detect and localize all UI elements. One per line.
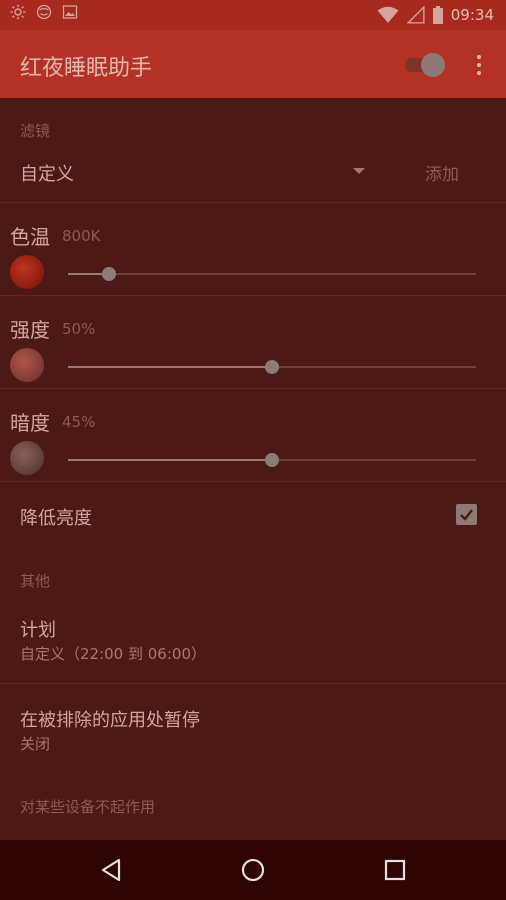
- pause-title: 在被排除的应用处暂停: [20, 710, 200, 731]
- schedule-item[interactable]: 计划 自定义（22:00 到 06:00）: [0, 608, 506, 678]
- color-temperature-row: 色温 800K: [0, 203, 506, 295]
- moon-icon: [10, 348, 44, 382]
- overflow-menu-icon[interactable]: [472, 52, 486, 78]
- add-filter-button[interactable]: 添加: [410, 160, 474, 190]
- chevron-down-icon: [353, 168, 365, 174]
- slider-title: 强度: [10, 318, 50, 342]
- filter-selected-value: 自定义: [20, 164, 74, 185]
- slider-value: 50%: [62, 320, 96, 338]
- app-title: 红夜睡眠助手: [20, 56, 153, 81]
- wifi-icon: [377, 6, 399, 23]
- face-icon: [36, 4, 52, 20]
- slider-value: 800K: [62, 227, 101, 245]
- home-icon[interactable]: [239, 856, 267, 884]
- slider-title: 暗度: [10, 411, 50, 435]
- back-icon[interactable]: [98, 856, 126, 884]
- app-bar: 红夜睡眠助手: [0, 30, 506, 98]
- slider-fill: [68, 366, 272, 368]
- intensity-slider[interactable]: [68, 360, 476, 374]
- recents-icon[interactable]: [381, 856, 409, 884]
- dim-slider[interactable]: [68, 453, 476, 467]
- dim-brightness-label: 降低亮度: [20, 508, 92, 529]
- color-temperature-slider[interactable]: [68, 267, 476, 281]
- status-time: 09:34: [450, 6, 494, 24]
- slider-fill: [68, 459, 272, 461]
- toggle-knob: [421, 53, 445, 77]
- moon-icon: [10, 441, 44, 475]
- pause-excluded-apps-item[interactable]: 在被排除的应用处暂停 关闭: [0, 698, 506, 760]
- signal-icon: [406, 6, 425, 24]
- schedule-value: 自定义（22:00 到 06:00）: [20, 645, 206, 663]
- divider: [0, 481, 506, 482]
- filter-dropdown[interactable]: 自定义: [20, 160, 370, 190]
- dim-row: 暗度 45%: [0, 389, 506, 481]
- status-bar: 09:34: [0, 0, 506, 30]
- status-icons-right: 09:34: [377, 6, 494, 24]
- device-note: 对某些设备不起作用: [20, 798, 156, 816]
- divider: [0, 683, 506, 684]
- navigation-bar: [0, 840, 506, 900]
- filter-section-label: 滤镜: [20, 122, 51, 140]
- slider-thumb[interactable]: [101, 267, 116, 281]
- slider-value: 45%: [62, 413, 96, 431]
- slider-thumb[interactable]: [265, 360, 279, 374]
- brightness-icon: [10, 4, 26, 20]
- image-icon: [62, 5, 78, 19]
- intensity-row: 强度 50%: [0, 296, 506, 388]
- slider-title: 色温: [10, 225, 50, 249]
- dim-brightness-checkbox[interactable]: [456, 504, 477, 525]
- settings-list: 滤镜 自定义 添加 色温 800K 强度 50% 暗度 45% 降低亮度 其他 …: [0, 98, 506, 840]
- status-icons-left: [10, 4, 78, 20]
- moon-icon: [10, 255, 44, 289]
- schedule-title: 计划: [20, 620, 56, 641]
- slider-thumb[interactable]: [265, 453, 279, 467]
- pause-value: 关闭: [20, 735, 51, 753]
- other-section-label: 其他: [20, 572, 51, 590]
- master-toggle[interactable]: [405, 53, 445, 77]
- check-icon: [460, 509, 473, 521]
- battery-icon: [432, 6, 443, 24]
